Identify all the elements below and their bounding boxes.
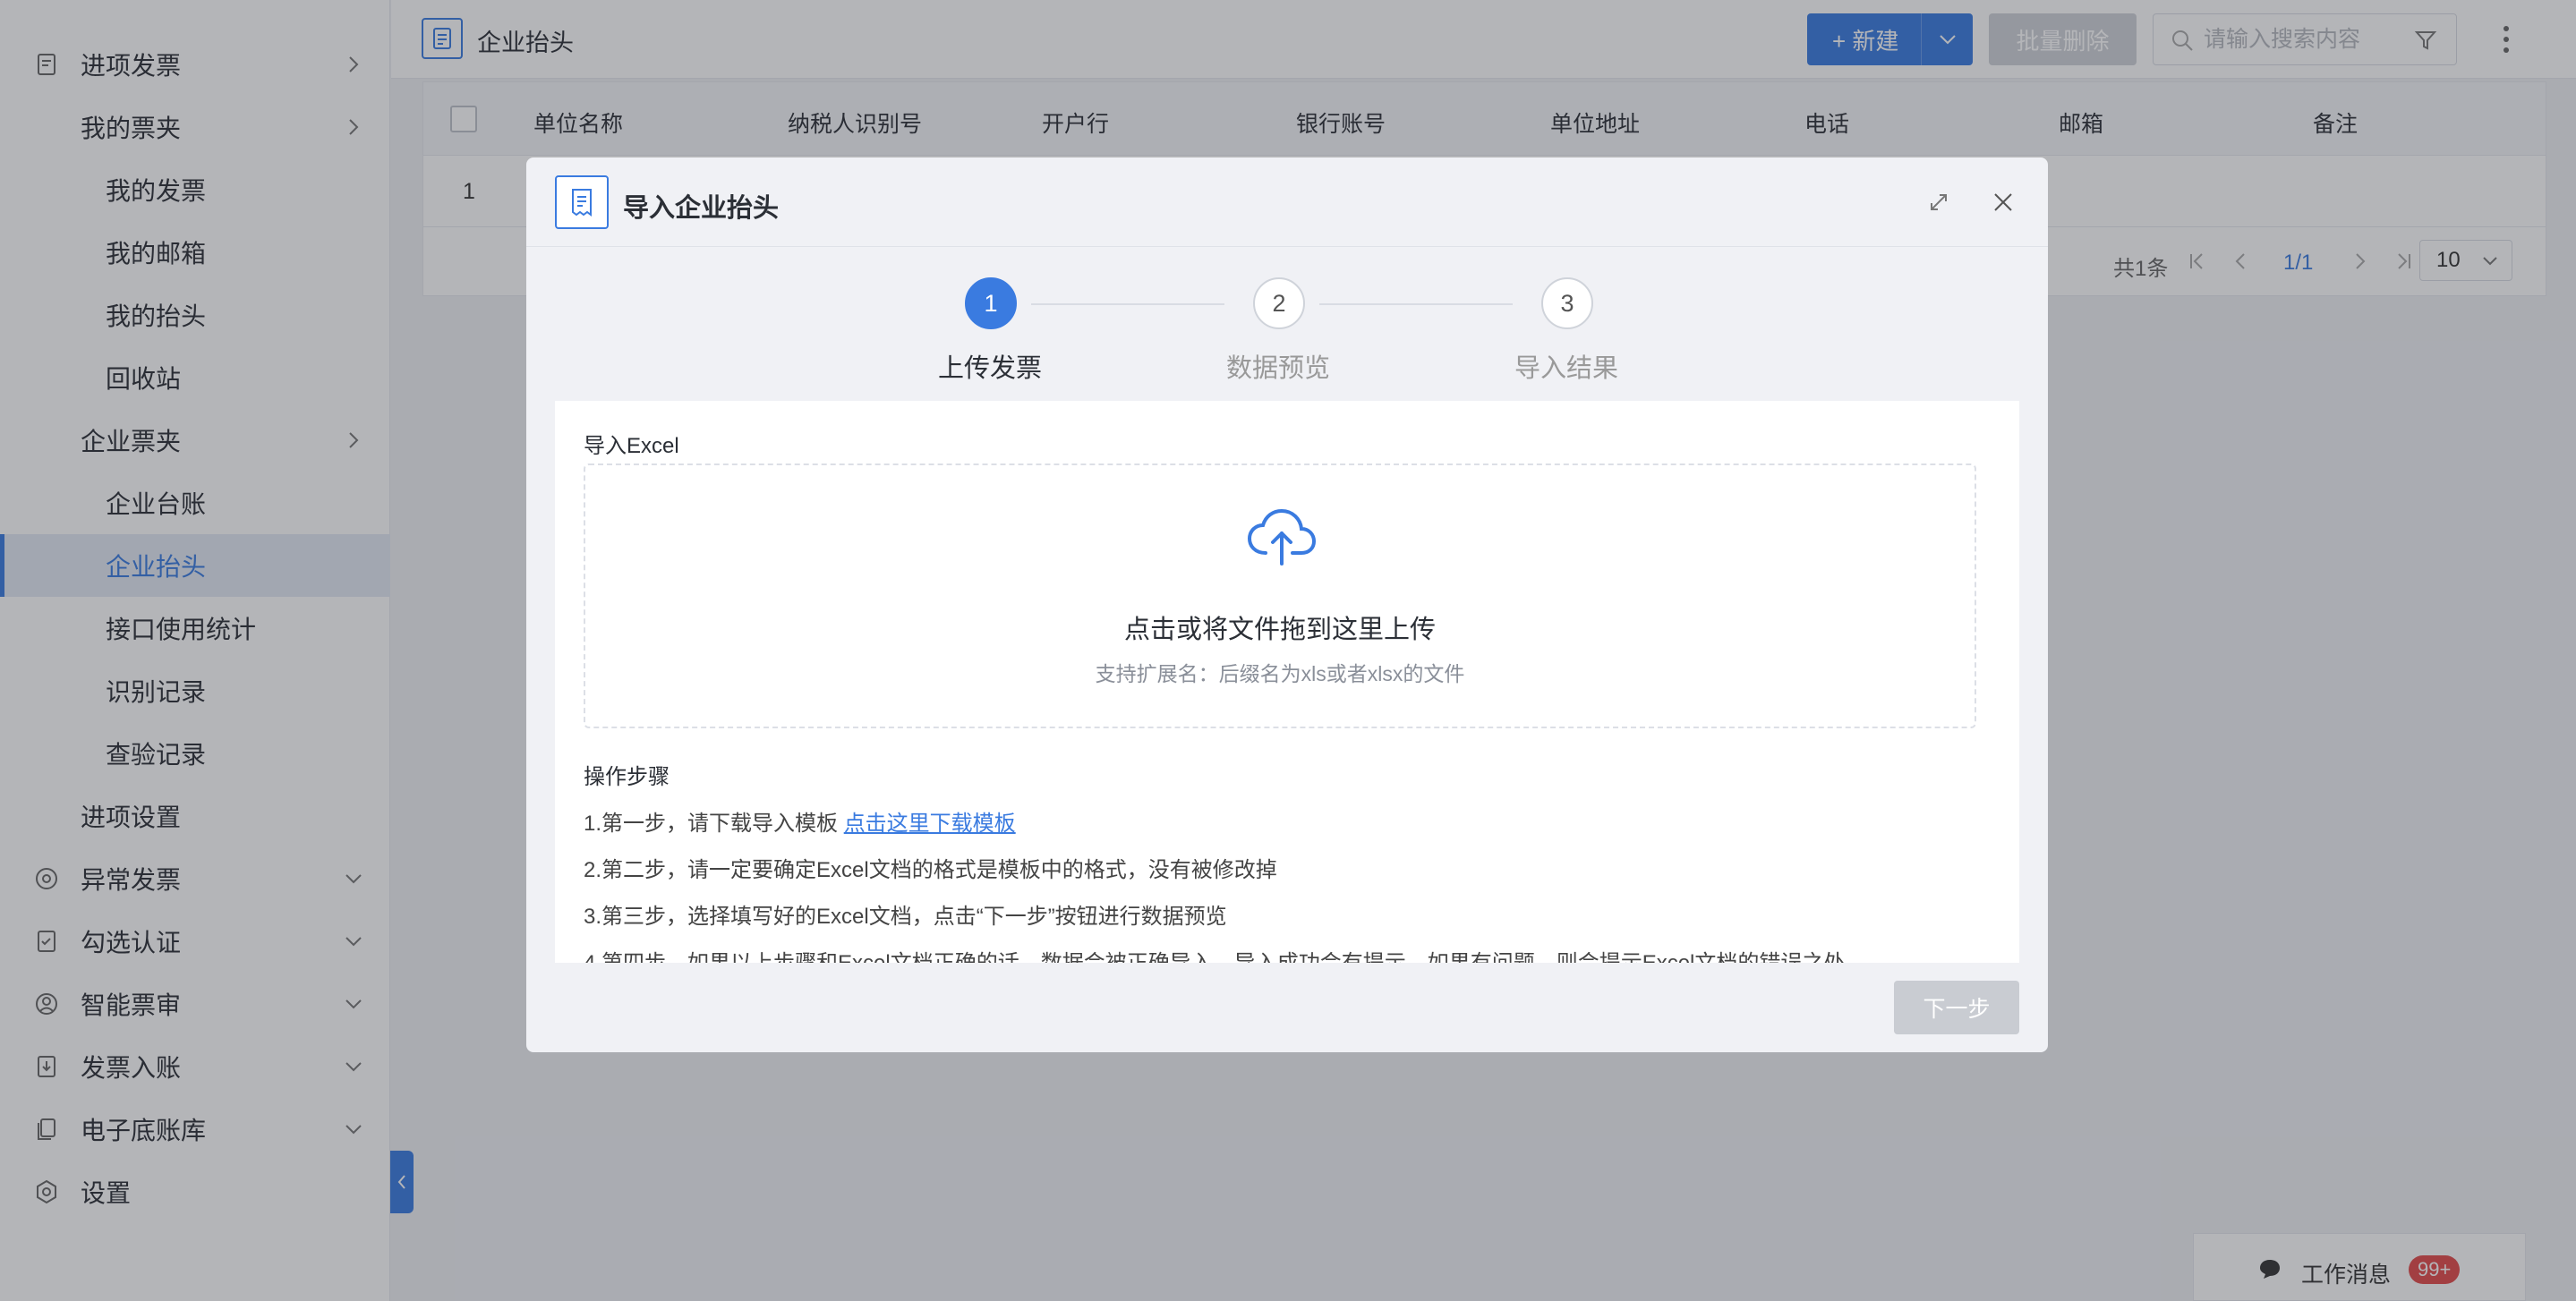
operation-step-1: 1.第一步，请下载导入模板 点击这里下载模板 bbox=[584, 805, 1016, 837]
step-number: 2 bbox=[1253, 277, 1305, 329]
step-number: 1 bbox=[965, 277, 1017, 329]
step-connector bbox=[1031, 303, 1224, 305]
dropzone-hint: 支持扩展名：后缀名为xls或者xlsx的文件 bbox=[1095, 662, 1465, 685]
receipt-icon bbox=[555, 175, 609, 229]
operation-step-3: 3.第三步，选择填写好的Excel文档，点击“下一步”按钮进行数据预览 bbox=[584, 905, 1227, 929]
step-number: 3 bbox=[1541, 277, 1593, 329]
operation-steps-title: 操作步骤 bbox=[584, 765, 670, 789]
dialog-body: 导入Excel 点击或将文件拖到这里上传 支持扩展名：后缀名为xls或者xlsx… bbox=[555, 401, 2019, 963]
download-template-link[interactable]: 点击这里下载模板 bbox=[844, 812, 1016, 836]
close-icon[interactable] bbox=[1991, 190, 2016, 215]
operation-step-text: 1.第一步，请下载导入模板 bbox=[584, 812, 844, 836]
file-dropzone[interactable]: 点击或将文件拖到这里上传 支持扩展名：后缀名为xls或者xlsx的文件 bbox=[584, 463, 1976, 728]
step-label: 数据预览 bbox=[1225, 354, 1330, 383]
dialog-title: 导入企业抬头 bbox=[623, 194, 780, 223]
import-excel-label: 导入Excel bbox=[584, 434, 679, 458]
step-connector bbox=[1319, 303, 1513, 305]
next-step-button[interactable]: 下一步 bbox=[1894, 981, 2019, 1034]
dialog-header: 导入企业抬头 bbox=[526, 157, 2048, 247]
import-dialog: 导入企业抬头 1 上传发票 2 数据预览 3 导入结果 导入Excel 点击或将… bbox=[526, 157, 2048, 1052]
cloud-upload-icon bbox=[1247, 508, 1317, 565]
step-label: 导入结果 bbox=[1514, 354, 1618, 383]
operation-step-2: 2.第二步，请一定要确定Excel文档的格式是模板中的格式，没有被修改掉 bbox=[584, 858, 1277, 882]
step-label: 上传发票 bbox=[937, 354, 1042, 383]
expand-icon[interactable] bbox=[1926, 190, 1951, 215]
dropzone-text: 点击或将文件拖到这里上传 bbox=[1123, 616, 1436, 644]
operation-step-4: 4.第四步，如果以上步骤和Excel文档正确的话，数据会被正确导入，导入成功会有… bbox=[584, 945, 1845, 963]
